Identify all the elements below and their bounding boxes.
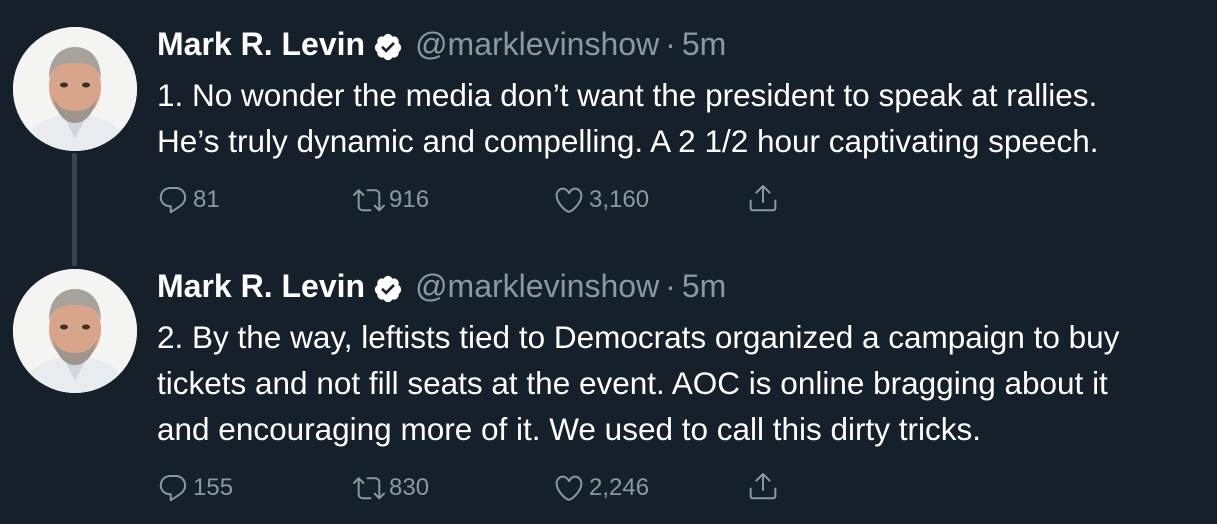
author-handle[interactable]: @marklevinshow xyxy=(415,22,659,66)
tweet-text-line: tickets and not fill seats at the event.… xyxy=(157,365,1108,401)
speech-bubble-icon xyxy=(159,474,187,502)
separator-dot: · xyxy=(665,268,676,304)
reply-button[interactable]: 81 xyxy=(157,182,220,218)
avatar-photo xyxy=(13,269,137,393)
tweet-text: 2. By the way, leftists tied to Democrat… xyxy=(157,314,1215,452)
avatar[interactable] xyxy=(13,27,137,151)
separator-dot: · xyxy=(665,26,676,62)
tweet-text: 1. No wonder the media don’t want the pr… xyxy=(157,72,1215,164)
heart-icon xyxy=(555,187,583,213)
retweet-count: 830 xyxy=(389,474,430,501)
timestamp[interactable]: 5m xyxy=(682,264,726,308)
tweet-text-line: and encouraging more of it. We used to c… xyxy=(157,411,982,447)
retweet-button[interactable]: 830 xyxy=(353,470,429,506)
tweet-header: Mark R. Levin @marklevinshow · 5m xyxy=(157,264,726,308)
like-button[interactable]: 3,160 xyxy=(553,182,649,218)
reply-button[interactable]: 155 xyxy=(157,470,233,506)
like-button[interactable]: 2,246 xyxy=(553,470,649,506)
author-name[interactable]: Mark R. Levin xyxy=(157,22,365,66)
author-handle[interactable]: @marklevinshow xyxy=(415,264,659,308)
tweet-1[interactable]: Mark R. Levin @marklevinshow · 5m 1. No … xyxy=(0,0,1217,266)
share-button[interactable] xyxy=(747,182,783,214)
reply-count: 155 xyxy=(193,474,234,501)
like-count: 3,160 xyxy=(589,186,650,213)
verified-badge-icon xyxy=(373,271,403,303)
share-upload-icon xyxy=(749,473,777,500)
tweet-header: Mark R. Levin @marklevinshow · 5m xyxy=(157,22,726,66)
share-upload-icon xyxy=(749,185,777,212)
heart-icon xyxy=(555,475,583,501)
retweet-button[interactable]: 916 xyxy=(353,182,429,218)
retweet-arrows-icon xyxy=(353,477,385,500)
reply-count: 81 xyxy=(193,186,220,213)
author-name[interactable]: Mark R. Levin xyxy=(157,264,365,308)
verified-badge-icon xyxy=(373,29,403,61)
retweet-arrows-icon xyxy=(353,189,385,212)
timestamp[interactable]: 5m xyxy=(682,22,726,66)
speech-bubble-icon xyxy=(159,186,187,214)
tweet-actions: 81 916 3,160 xyxy=(157,182,857,218)
tweet-text-line: He’s truly dynamic and compelling. A 2 1… xyxy=(157,123,1099,159)
tweet-actions: 155 830 2,246 xyxy=(157,470,857,506)
like-count: 2,246 xyxy=(589,474,650,501)
retweet-count: 916 xyxy=(389,186,430,213)
share-button[interactable] xyxy=(747,470,783,502)
avatar-photo xyxy=(13,27,137,151)
tweet-text-line: 1. No wonder the media don’t want the pr… xyxy=(157,77,1098,113)
tweet-2[interactable]: Mark R. Levin @marklevinshow · 5m 2. By … xyxy=(0,242,1217,524)
tweet-text-line: 2. By the way, leftists tied to Democrat… xyxy=(157,319,1120,355)
avatar[interactable] xyxy=(13,269,137,393)
